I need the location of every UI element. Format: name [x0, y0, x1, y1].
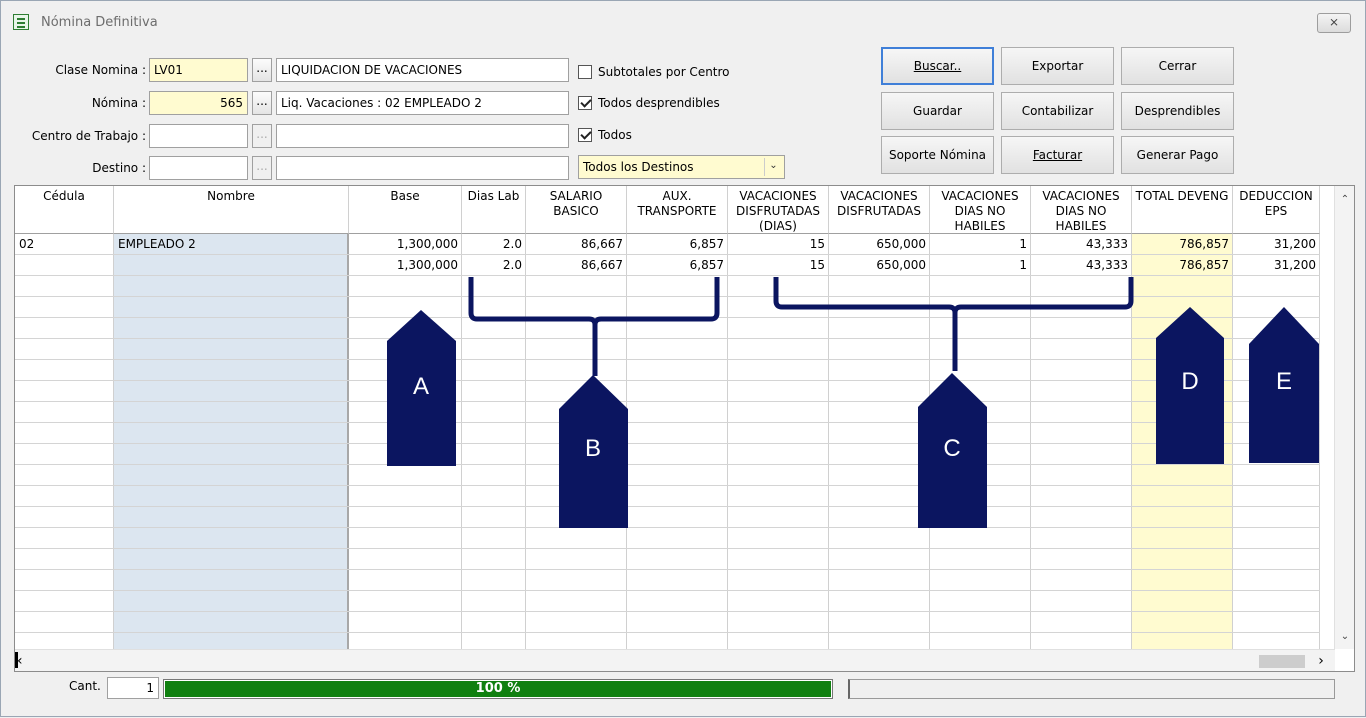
cant-value: 1: [107, 677, 159, 699]
callout-label-b: B: [585, 435, 601, 462]
status-panel: [848, 679, 1335, 699]
callout-label-e: E: [1276, 368, 1292, 395]
callout-label-c: C: [943, 435, 960, 462]
callout-label-d: D: [1181, 368, 1198, 395]
progress-bar: 100 %: [163, 679, 833, 699]
cant-label: Cant.: [69, 679, 101, 693]
callout-label-a: A: [413, 373, 429, 400]
brace-b: [468, 277, 720, 376]
status-bar: Cant. 1 100 %: [1, 677, 1365, 717]
progress-text: 100 %: [475, 681, 521, 696]
nomina-definitiva-window: Nómina Definitiva ⨯ Clase Nomina : LV01 …: [0, 0, 1366, 717]
brace-c: [773, 277, 1134, 371]
callout-overlay: A B C D E: [387, 277, 1319, 528]
